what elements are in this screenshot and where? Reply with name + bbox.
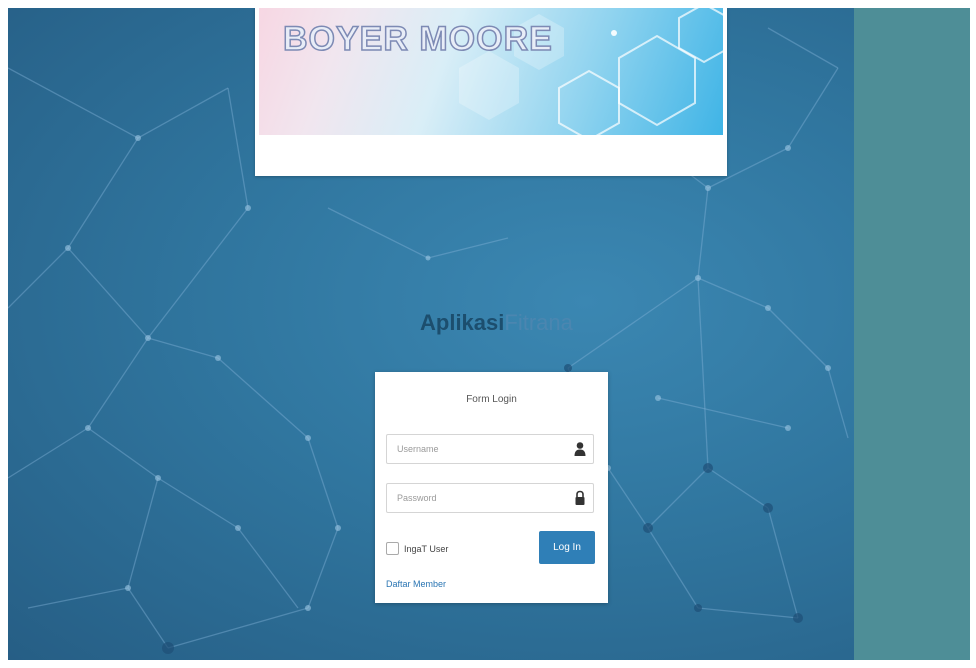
form-title: Form Login xyxy=(466,394,517,405)
banner-image: BOYER MOORE xyxy=(259,8,723,135)
app-title: AplikasiFitrana xyxy=(420,310,573,336)
remember-user-label: IngaT User xyxy=(404,544,449,554)
app-title-bold: Aplikasi xyxy=(420,310,505,335)
right-side-panel xyxy=(854,8,970,660)
password-input[interactable] xyxy=(387,484,567,512)
username-field xyxy=(386,434,594,464)
register-member-link[interactable]: Daftar Member xyxy=(386,579,446,589)
app-title-light: Fitrana xyxy=(504,310,573,335)
password-field xyxy=(386,483,594,513)
banner-title: BOYER MOORE xyxy=(282,19,553,59)
login-form: Form Login IngaT User Log In Daftar Memb… xyxy=(375,372,608,603)
remember-user-checkbox[interactable] xyxy=(386,542,399,555)
username-input[interactable] xyxy=(387,435,567,463)
login-button[interactable]: Log In xyxy=(539,531,595,564)
header-banner: BOYER MOORE xyxy=(255,8,727,176)
user-icon xyxy=(574,442,586,456)
lock-icon xyxy=(575,490,585,505)
app-screen: BOYER MOORE AplikasiFitrana Form Login I… xyxy=(8,8,970,660)
